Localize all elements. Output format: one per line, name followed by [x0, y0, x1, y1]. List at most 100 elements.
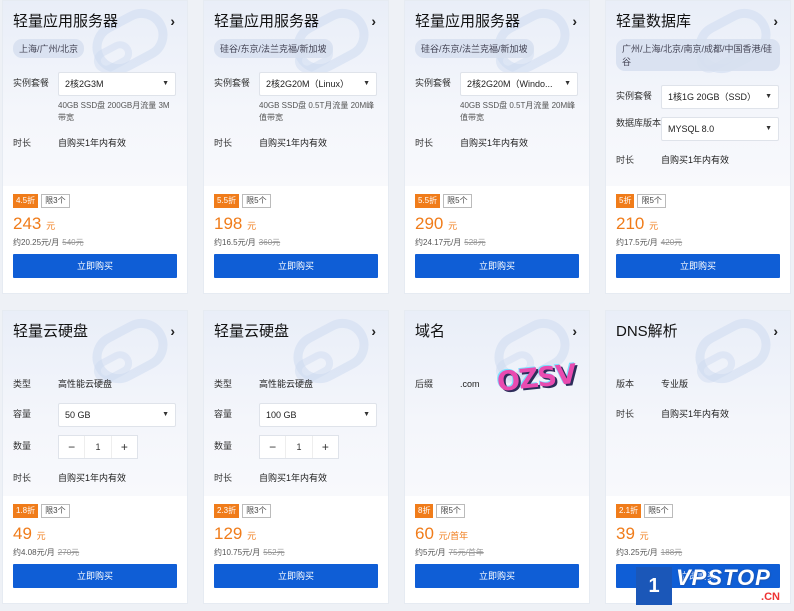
limit-badge: 限5个 — [637, 194, 666, 208]
card-title[interactable]: 轻量应用服务器 — [214, 11, 378, 33]
card-title[interactable]: 轻量应用服务器 — [415, 11, 579, 33]
region-tag: 硅谷/东京/法兰克福/新加坡 — [214, 39, 333, 58]
card-title[interactable]: 轻量云硬盘 — [13, 321, 177, 343]
card-header: 轻量应用服务器 › 硅谷/东京/法兰克福/新加坡 实例套餐 2核2G20M（Li… — [204, 1, 388, 186]
quantity-stepper[interactable]: −1 + — [259, 435, 339, 459]
original-price: 540元 — [62, 238, 84, 247]
duration-label: 时长 — [415, 138, 434, 148]
duration-value: 自购买1年内有效 — [58, 138, 127, 148]
plan-select[interactable]: 2核2G20M（Windo... ▼ — [460, 72, 578, 96]
minus-icon[interactable]: − — [59, 436, 84, 458]
plan-select[interactable]: 2核2G20M（Linux） ▼ — [259, 72, 377, 96]
minus-icon[interactable]: − — [260, 436, 285, 458]
discount-badge: 5.5折 — [415, 194, 441, 208]
card-header: 轻量应用服务器 › 硅谷/东京/法兰克福/新加坡 实例套餐 2核2G20M（Wi… — [405, 1, 589, 186]
card-header: 轻量数据库 › 广州/上海/北京/南京/成都/中国香港/硅谷 实例套餐 1核1G… — [606, 1, 790, 186]
plus-icon[interactable]: + — [112, 436, 137, 458]
plan-description: 40GB SSD盘 0.5T月流量 20M峰值带宽 — [259, 101, 375, 122]
buy-button[interactable]: 立即购买 — [415, 564, 579, 588]
edition-value: 专业版 — [661, 379, 689, 389]
card-title[interactable]: DNS解析 — [616, 321, 780, 343]
limit-badge: 限3个 — [242, 504, 271, 518]
product-card: 轻量应用服务器 › 硅谷/东京/法兰克福/新加坡 实例套餐 2核2G20M（Wi… — [404, 0, 590, 294]
card-title[interactable]: 轻量数据库 — [616, 11, 780, 33]
discount-badge: 2.1折 — [616, 504, 642, 518]
region-tag: 上海/广州/北京 — [13, 39, 85, 58]
card-title[interactable]: 轻量应用服务器 — [13, 11, 177, 33]
duration-value: 自购买1年内有效 — [259, 138, 328, 148]
duration-label: 时长 — [13, 473, 32, 483]
chevron-right-icon[interactable]: › — [572, 13, 577, 29]
discount-badge: 4.5折 — [13, 194, 39, 208]
plan-label: 实例套餐 — [214, 78, 251, 88]
monthly-price: 约5元/月 75元/首年 — [415, 548, 484, 557]
version-label: 数据库版本 — [616, 118, 662, 128]
chevron-right-icon[interactable]: › — [371, 323, 376, 339]
duration-value: 自购买1年内有效 — [661, 155, 730, 165]
version-select[interactable]: MYSQL 8.0 ▼ — [661, 117, 779, 141]
buy-button[interactable]: 立即购买 — [616, 254, 780, 278]
plan-description: 40GB SSD盘 0.5T月流量 20M峰值带宽 — [460, 101, 576, 122]
limit-badge: 限5个 — [436, 504, 465, 518]
original-price: 552元 — [263, 548, 285, 557]
chevron-down-icon: ▼ — [765, 125, 772, 132]
monthly-price: 约4.08元/月 270元 — [13, 548, 80, 557]
capacity-label: 容量 — [214, 409, 233, 419]
type-label: 类型 — [13, 379, 32, 389]
price: 60 元/首年 — [415, 524, 469, 543]
plan-description: 40GB SSD盘 200GB月流量 3M带宽 — [58, 101, 170, 122]
duration-label: 时长 — [214, 138, 233, 148]
chevron-right-icon[interactable]: › — [773, 323, 778, 339]
original-price: 528元 — [464, 238, 486, 247]
quantity-value[interactable]: 1 — [84, 436, 112, 458]
chevron-right-icon[interactable]: › — [170, 13, 175, 29]
original-price: 360元 — [258, 238, 281, 247]
quantity-label: 数量 — [214, 441, 233, 451]
card-title[interactable]: 轻量云硬盘 — [214, 321, 378, 343]
card-title[interactable]: 域名 — [415, 321, 579, 343]
vpstop-logo-icon: 1 — [636, 567, 672, 605]
original-price: 420元 — [660, 238, 683, 247]
capacity-select[interactable]: 50 GB ▼ — [58, 403, 176, 427]
card-header: 轻量云硬盘 › 类型 高性能云硬盘 容量 50 GB ▼ 数量 −1 + 时长 自购… — [3, 311, 187, 496]
vpstop-text: VPSTOP — [676, 565, 771, 590]
chevron-right-icon[interactable]: › — [371, 13, 376, 29]
plus-icon[interactable]: + — [313, 436, 338, 458]
buy-button[interactable]: 立即购买 — [415, 254, 579, 278]
plan-select[interactable]: 1核1G 20GB（SSD） ▼ — [661, 85, 779, 109]
plan-select[interactable]: 2核2G3M ▼ — [58, 72, 176, 96]
product-card: 轻量应用服务器 › 上海/广州/北京 实例套餐 2核2G3M ▼ 40GB SSD… — [2, 0, 188, 294]
price: 198 元 — [214, 214, 257, 233]
plan-label: 实例套餐 — [13, 78, 50, 88]
chevron-down-icon: ▼ — [363, 80, 370, 87]
type-value: 高性能云硬盘 — [58, 379, 113, 389]
plan-label: 实例套餐 — [616, 91, 653, 101]
original-price: 188元 — [660, 548, 683, 557]
duration-value: 自购买1年内有效 — [58, 473, 127, 483]
buy-button[interactable]: 立即购买 — [13, 564, 177, 588]
discount-badge: 1.8折 — [13, 504, 39, 518]
chevron-down-icon: ▼ — [765, 93, 772, 100]
quantity-value[interactable]: 1 — [285, 436, 313, 458]
buy-button[interactable]: 立即购买 — [214, 254, 378, 278]
buy-button[interactable]: 立即购买 — [214, 564, 378, 588]
limit-badge: 限5个 — [242, 194, 271, 208]
capacity-select[interactable]: 100 GB ▼ — [259, 403, 377, 427]
original-price: 270元 — [57, 548, 80, 557]
suffix-label: 后缀 — [415, 379, 434, 389]
duration-value: 自购买1年内有效 — [259, 473, 328, 483]
card-header: 域名 › 后缀 .com — [405, 311, 589, 496]
chevron-down-icon: ▼ — [363, 411, 370, 418]
chevron-down-icon: ▼ — [564, 80, 571, 87]
buy-button[interactable]: 立即购买 — [13, 254, 177, 278]
limit-badge: 限3个 — [41, 504, 70, 518]
chevron-right-icon[interactable]: › — [170, 323, 175, 339]
product-card: 轻量云硬盘 › 类型 高性能云硬盘 容量 100 GB ▼ 数量 −1 + 时长 自… — [203, 310, 389, 604]
chevron-right-icon[interactable]: › — [773, 13, 778, 29]
price: 49 元 — [13, 524, 46, 543]
edition-label: 版本 — [616, 379, 635, 389]
limit-badge: 限3个 — [41, 194, 70, 208]
product-card: 轻量云硬盘 › 类型 高性能云硬盘 容量 50 GB ▼ 数量 −1 + 时长 自购… — [2, 310, 188, 604]
quantity-stepper[interactable]: −1 + — [58, 435, 138, 459]
chevron-right-icon[interactable]: › — [572, 323, 577, 339]
